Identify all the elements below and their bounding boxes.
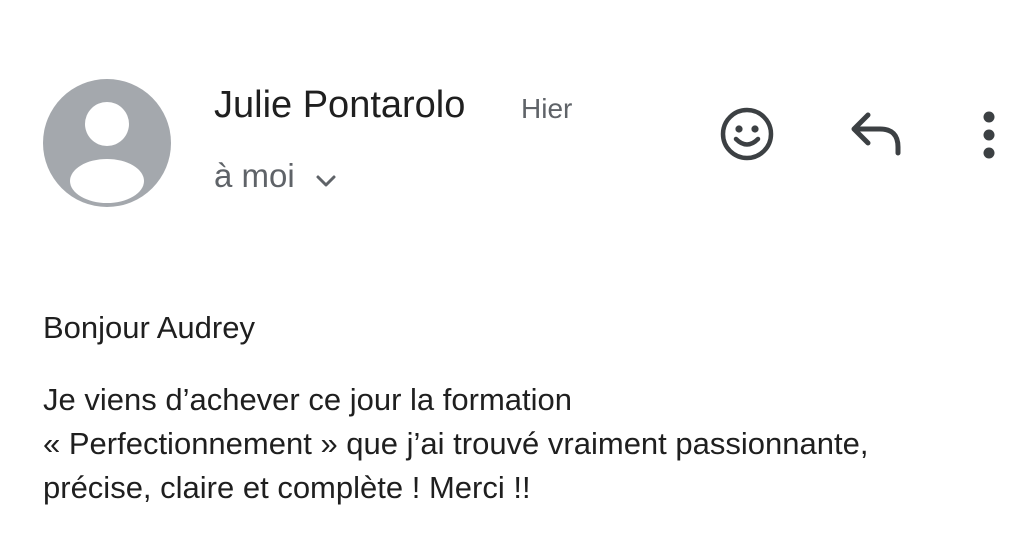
- email-greeting: Bonjour Audrey: [43, 310, 255, 345]
- email-header: Julie Pontarolo Hier à moi: [0, 0, 1024, 240]
- more-options-button[interactable]: [972, 106, 1006, 164]
- recipient-dropdown[interactable]: à moi: [214, 156, 339, 196]
- email-body-line: « Perfectionnement » que j’ai trouvé vra…: [43, 426, 869, 461]
- reply-icon: [851, 112, 901, 156]
- email-date: Hier: [521, 93, 573, 124]
- smiley-icon: [720, 107, 774, 161]
- email-body: Bonjour Audrey Je viens d’achever ce jou…: [43, 306, 1018, 510]
- recipient-label: à moi: [214, 157, 295, 194]
- email-body-line: Je viens d’achever ce jour la formation: [43, 382, 572, 417]
- email-body-line: précise, claire et complète ! Merci !!: [43, 470, 531, 505]
- reply-button[interactable]: [846, 107, 908, 161]
- sender-name[interactable]: Julie Pontarolo: [214, 82, 465, 128]
- sender-avatar[interactable]: [43, 79, 171, 207]
- email-paragraph: Je viens d’achever ce jour la formation …: [43, 378, 1018, 510]
- add-reaction-button[interactable]: [718, 105, 776, 163]
- person-icon: [70, 102, 144, 203]
- chevron-down-icon: [313, 163, 339, 189]
- more-vert-icon: [983, 111, 995, 159]
